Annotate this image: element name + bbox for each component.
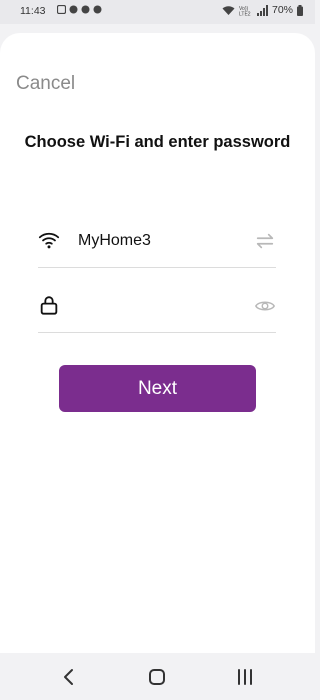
volte-icon: Vo)) LTE2 — [239, 6, 251, 16]
wifi-icon — [222, 5, 235, 15]
notification-icon — [93, 5, 102, 14]
cancel-button[interactable]: Cancel — [16, 73, 75, 95]
wifi-network-field[interactable]: MyHome3 — [38, 213, 276, 268]
battery-percent: 70% — [271, 4, 293, 16]
svg-text:LTE2: LTE2 — [239, 11, 251, 16]
show-password-icon[interactable] — [254, 295, 276, 317]
signal-icon — [256, 4, 268, 16]
battery-icon — [297, 4, 303, 16]
status-time: 11:43 — [20, 5, 46, 17]
notification-icon — [69, 5, 78, 14]
home-icon[interactable] — [145, 665, 169, 689]
wifi-icon — [38, 232, 60, 249]
password-field[interactable] — [38, 278, 276, 333]
system-nav-bar — [0, 653, 315, 700]
wifi-setup-sheet: Cancel Choose Wi-Fi and enter password M… — [0, 33, 315, 653]
page-title: Choose Wi-Fi and enter password — [24, 133, 291, 151]
status-right: Vo)) LTE2 70% — [222, 4, 303, 16]
status-bar: 11:43 Vo)) LTE2 70% — [0, 0, 315, 24]
lock-icon — [40, 296, 58, 315]
back-icon[interactable] — [57, 665, 81, 689]
recents-icon[interactable] — [233, 665, 257, 689]
switch-network-icon[interactable] — [254, 230, 276, 252]
password-input[interactable] — [78, 290, 248, 320]
next-button[interactable]: Next — [59, 365, 256, 412]
notification-icons — [57, 5, 102, 14]
notification-icon — [81, 5, 90, 14]
notification-icon — [57, 5, 66, 14]
wifi-network-name: MyHome3 — [78, 232, 151, 249]
